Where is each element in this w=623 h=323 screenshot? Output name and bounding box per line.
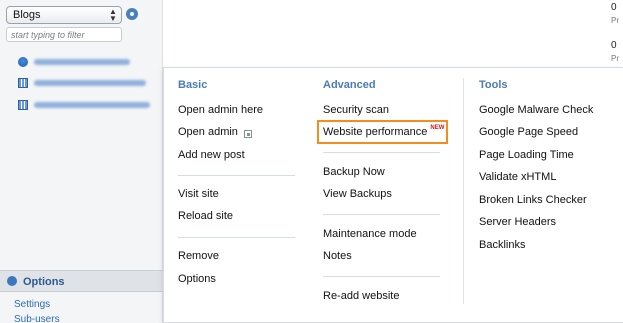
server-headers-item[interactable]: Server Headers — [479, 216, 556, 228]
advanced-heading: Advanced — [323, 79, 376, 91]
reload-site-item[interactable]: Reload site — [178, 210, 233, 222]
validate-xhtml-item[interactable]: Validate xHTML — [479, 171, 556, 183]
options-gear-icon — [7, 276, 17, 286]
basic-heading: Basic — [178, 79, 208, 91]
google-page-speed-item[interactable]: Google Page Speed — [479, 126, 578, 138]
backup-now-item[interactable]: Backup Now — [323, 166, 385, 178]
website-performance-label: Website performance — [323, 126, 428, 138]
blurred-site-name — [34, 102, 150, 108]
settings-link[interactable]: Settings — [14, 299, 50, 310]
select-arrows-icon: ▲ ▼ — [109, 7, 117, 23]
blog-type-select-value: Blogs — [13, 9, 41, 21]
gear-icon[interactable] — [126, 8, 138, 20]
options-item[interactable]: Options — [178, 273, 216, 285]
options-section-header[interactable]: Options — [0, 270, 163, 292]
site-grid-icon — [18, 100, 28, 110]
blurred-site-name — [34, 59, 130, 65]
divider — [178, 237, 295, 238]
website-performance-item[interactable]: Website performance NEW — [323, 125, 445, 138]
stat-value: 0 — [611, 2, 617, 13]
re-add-website-item[interactable]: Re-add website — [323, 290, 399, 302]
stat-label: Pr — [611, 16, 619, 25]
visit-site-item[interactable]: Visit site — [178, 188, 219, 200]
sites-sidebar: Blogs ▲▼ Options Settings Sub-users — [0, 0, 163, 323]
sub-users-link[interactable]: Sub-users — [14, 314, 60, 323]
divider — [323, 276, 440, 277]
google-malware-check-item[interactable]: Google Malware Check — [479, 104, 593, 116]
open-admin-here-item[interactable]: Open admin here — [178, 104, 263, 116]
maintenance-mode-item[interactable]: Maintenance mode — [323, 228, 417, 240]
divider — [323, 214, 440, 215]
blurred-site-name — [34, 80, 146, 86]
site-grid-icon — [18, 78, 28, 88]
view-backups-item[interactable]: View Backups — [323, 188, 392, 200]
stat-value: 0 — [611, 40, 617, 51]
notes-item[interactable]: Notes — [323, 250, 352, 262]
site-list-item[interactable] — [18, 77, 146, 89]
stat-label: Pr — [611, 54, 619, 63]
remove-item[interactable]: Remove — [178, 250, 219, 262]
add-new-post-item[interactable]: Add new post — [178, 149, 245, 161]
site-list-item[interactable] — [18, 99, 150, 111]
new-badge: NEW — [430, 125, 445, 131]
tools-heading: Tools — [479, 79, 508, 91]
page-loading-time-item[interactable]: Page Loading Time — [479, 149, 574, 161]
open-admin-item[interactable]: Open admin — [178, 126, 238, 138]
blog-type-select[interactable]: Blogs ▲ ▼ — [6, 6, 122, 24]
security-scan-item[interactable]: Security scan — [323, 104, 389, 116]
options-label: Options — [23, 276, 65, 288]
site-actions-menu: Basic Open admin here Open admin Add new… — [163, 67, 623, 323]
divider — [323, 152, 440, 153]
external-link-icon[interactable] — [244, 130, 252, 138]
broken-links-checker-item[interactable]: Broken Links Checker — [479, 194, 587, 206]
column-divider — [463, 78, 464, 304]
backlinks-item[interactable]: Backlinks — [479, 239, 525, 251]
divider — [178, 175, 295, 176]
wordpress-site-icon — [18, 57, 28, 67]
filter-input[interactable] — [6, 27, 122, 42]
site-list-item[interactable] — [18, 56, 130, 68]
